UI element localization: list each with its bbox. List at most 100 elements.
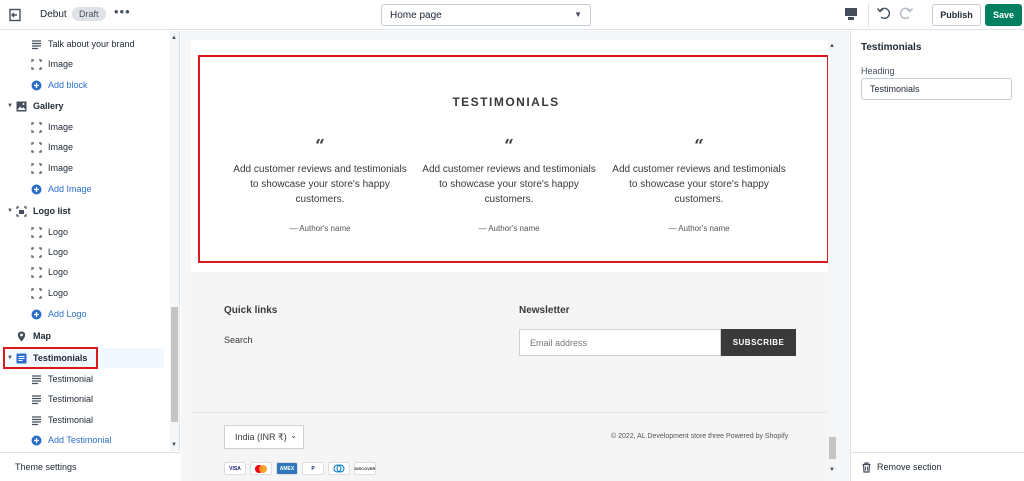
- theme-name: Debut: [40, 9, 67, 20]
- subscribe-button[interactable]: SUBSCRIBE: [721, 329, 796, 356]
- preview-scrollbar[interactable]: ▲ ▼: [828, 40, 837, 481]
- sidebar-scrollbar[interactable]: ▲ ▼: [170, 31, 179, 451]
- sidebar-item-label: Talk about your brand: [48, 39, 135, 49]
- sidebar-item-image[interactable]: Image: [31, 54, 73, 74]
- email-field[interactable]: Email address: [519, 329, 721, 356]
- page-selector[interactable]: Home page ▼: [381, 4, 591, 26]
- image-placeholder-icon: [31, 58, 42, 70]
- currency-value: India (INR ₹): [235, 432, 287, 442]
- sidebar-item-image[interactable]: Image: [31, 158, 73, 178]
- page-selector-value: Home page: [390, 10, 442, 21]
- sidebar-item-label: Testimonial: [48, 394, 94, 404]
- sidebar-item-logo[interactable]: Logo: [31, 222, 68, 242]
- plus-circle-icon: [31, 435, 42, 446]
- testimonial-author: — Author's name: [478, 224, 540, 233]
- scrollbar-thumb[interactable]: [171, 307, 178, 422]
- theme-settings-link[interactable]: Theme settings: [0, 452, 180, 481]
- remove-section-button[interactable]: Remove section: [851, 452, 1024, 481]
- undo-icon[interactable]: [876, 5, 892, 23]
- sidebar-item-logo[interactable]: Logo: [31, 283, 68, 303]
- sidebar-item-label: Logo: [48, 227, 69, 237]
- testimonial-card: “ Add customer reviews and testimonials …: [230, 134, 410, 233]
- top-bar: Debut Draft ••• Home page ▼ Publish Save: [0, 0, 1024, 30]
- currency-selector[interactable]: India (INR ₹) ⌄: [224, 425, 304, 449]
- sidebar-item-talk-about-brand[interactable]: Talk about your brand: [31, 34, 135, 54]
- map-pin-icon: [16, 331, 27, 342]
- add-block-button[interactable]: Add block: [31, 75, 88, 95]
- testimonial-author: — Author's name: [668, 224, 730, 233]
- sidebar-item-label: Add block: [48, 80, 88, 90]
- scroll-down-icon[interactable]: ▼: [171, 442, 177, 448]
- save-button[interactable]: Save: [985, 4, 1022, 26]
- text-block-icon: [31, 39, 42, 50]
- sidebar-item-image[interactable]: Image: [31, 117, 73, 137]
- footer-divider: [191, 412, 837, 413]
- image-placeholder-icon: [31, 121, 42, 133]
- sidebar-item-label: Add Logo: [48, 309, 87, 319]
- heading-label: Heading: [861, 66, 895, 76]
- preview-page: TESTIMONIALS “ Add customer reviews and …: [191, 40, 837, 481]
- sidebar-item-testimonial[interactable]: Testimonial: [31, 369, 93, 389]
- testimonial-text: Add customer reviews and testimonials to…: [422, 164, 596, 205]
- sidebar-section-map[interactable]: Map: [16, 326, 51, 346]
- caret-down-icon: ▼: [7, 355, 13, 361]
- plus-circle-icon: [31, 184, 42, 195]
- publish-button[interactable]: Publish: [932, 4, 981, 26]
- add-logo-button[interactable]: Add Logo: [31, 304, 87, 324]
- store-preview: TESTIMONIALS “ Add customer reviews and …: [181, 31, 850, 481]
- sidebar-item-testimonial[interactable]: Testimonial: [31, 389, 93, 409]
- section-settings-panel: Testimonials Heading Testimonials Remove…: [850, 31, 1024, 481]
- paypal-icon: P: [302, 462, 324, 475]
- sidebar-item-label: Testimonial: [48, 415, 94, 425]
- plus-circle-icon: [31, 309, 42, 320]
- text-block-icon: [31, 394, 42, 405]
- remove-section-label: Remove section: [877, 462, 942, 472]
- scroll-down-icon[interactable]: ▼: [829, 467, 835, 473]
- sidebar-item-image[interactable]: Image: [31, 137, 73, 157]
- store-footer: Quick links Search Newsletter Email addr…: [191, 272, 837, 481]
- sections-sidebar: Talk about your brand Image Add block ▼ …: [0, 31, 180, 451]
- sidebar-item-label: Image: [48, 59, 74, 69]
- theme-status-badge: Draft: [72, 7, 106, 21]
- heading-input[interactable]: Testimonials: [861, 78, 1012, 100]
- sidebar-section-testimonials[interactable]: ▼ Testimonials: [7, 348, 164, 368]
- toolbar-divider: [868, 3, 869, 27]
- sidebar-item-label: Add Testimonial: [48, 435, 112, 445]
- text-block-icon: [31, 374, 42, 385]
- quote-icon: “: [694, 136, 704, 156]
- quote-icon: “: [315, 136, 325, 156]
- testimonial-author: — Author's name: [289, 224, 351, 233]
- desktop-view-icon[interactable]: [843, 6, 861, 24]
- caret-down-icon: ▼: [7, 208, 13, 214]
- quick-links-heading: Quick links: [224, 305, 278, 316]
- sidebar-item-label: Gallery: [33, 101, 64, 111]
- sidebar-item-logo[interactable]: Logo: [31, 242, 68, 262]
- sidebar-item-testimonial[interactable]: Testimonial: [31, 410, 93, 430]
- scrollbar-thumb[interactable]: [829, 437, 836, 459]
- testimonial-card: “ Add customer reviews and testimonials …: [419, 134, 599, 233]
- more-actions-icon[interactable]: •••: [114, 4, 131, 19]
- testimonial-text: Add customer reviews and testimonials to…: [612, 164, 786, 205]
- chevron-down-icon: ⌄: [290, 431, 297, 440]
- copyright-text: © 2022, AL Development store three Power…: [611, 433, 789, 440]
- exit-icon[interactable]: [6, 6, 24, 24]
- scroll-up-icon[interactable]: ▲: [829, 43, 835, 49]
- mastercard-icon: [250, 462, 272, 475]
- caret-down-icon: ▼: [574, 10, 582, 19]
- add-testimonial-button[interactable]: Add Testimonial: [31, 430, 111, 450]
- sidebar-section-gallery[interactable]: ▼ Gallery: [7, 96, 64, 116]
- sidebar-item-label: Image: [48, 122, 74, 132]
- sidebar-item-logo[interactable]: Logo: [31, 262, 68, 282]
- sidebar-item-label: Logo: [48, 288, 69, 298]
- add-image-button[interactable]: Add Image: [31, 179, 92, 199]
- redo-icon[interactable]: [898, 5, 914, 23]
- scroll-up-icon[interactable]: ▲: [171, 35, 177, 41]
- testimonial-card: “ Add customer reviews and testimonials …: [609, 134, 789, 233]
- image-placeholder-icon: [31, 266, 42, 278]
- trash-icon: [861, 461, 872, 473]
- sidebar-item-label: Testimonials: [33, 353, 88, 363]
- amex-icon: AMEX: [276, 462, 298, 475]
- footer-link-search[interactable]: Search: [224, 335, 253, 345]
- testimonials-heading: TESTIMONIALS: [452, 95, 560, 109]
- sidebar-section-logo-list[interactable]: ▼ Logo list: [7, 201, 71, 221]
